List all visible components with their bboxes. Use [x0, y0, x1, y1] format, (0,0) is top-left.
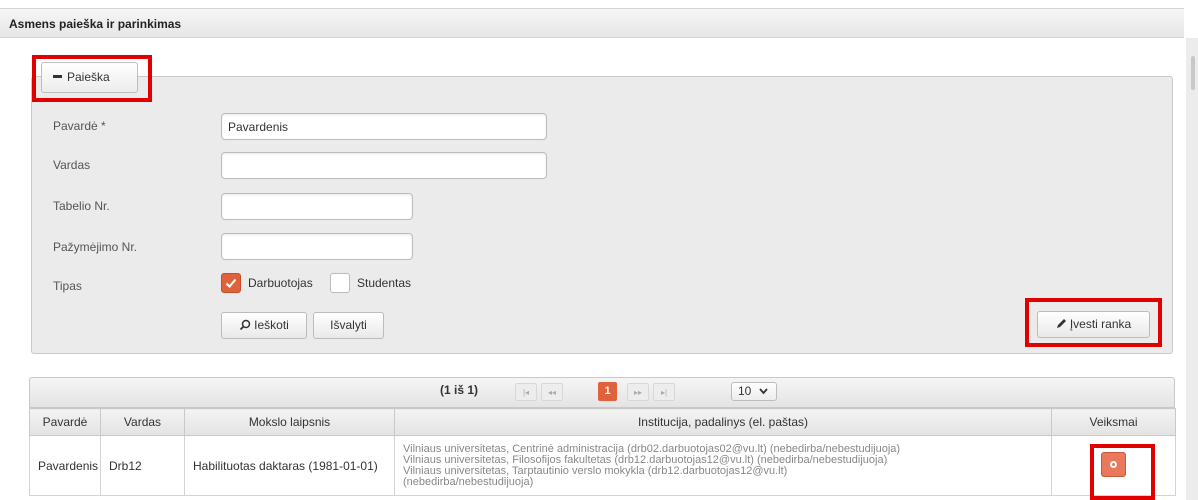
column-header-degree[interactable]: Mokslo laipsnis — [184, 408, 395, 436]
panel-title: Asmens paieška ir parinkimas — [9, 17, 182, 31]
column-header-surname[interactable]: Pavardė — [29, 408, 101, 436]
current-page-button[interactable]: 1 — [598, 382, 617, 401]
panel-header: Asmens paieška ir parinkimas — [0, 8, 1184, 38]
pagination-summary: (1 iš 1) — [440, 383, 479, 397]
type-employee-label: Darbuotojas — [248, 276, 313, 290]
clear-button[interactable]: Išvalyti — [313, 312, 384, 339]
institution-line: Vilniaus universitetas, Centrinė adminis… — [403, 442, 901, 455]
rows-per-page-value: 10 — [738, 384, 752, 398]
circle-icon — [1110, 460, 1117, 468]
search-icon — [240, 319, 251, 331]
search-button-label: Ieškoti — [254, 318, 289, 332]
surname-label: Pavardė * — [53, 119, 106, 133]
pencil-icon — [1056, 319, 1066, 328]
type-label: Tipas — [53, 279, 82, 293]
type-student-checkbox[interactable] — [330, 273, 350, 293]
type-employee-checkbox[interactable] — [221, 273, 241, 293]
search-button[interactable]: Ieškoti — [221, 312, 307, 339]
table-row[interactable]: Pavardenis Drb12 Habilituotas daktaras (… — [29, 435, 1176, 496]
select-person-button[interactable] — [1101, 451, 1126, 477]
last-page-button[interactable]: ▸| — [653, 383, 675, 401]
name-label: Vardas — [53, 158, 91, 172]
chevron-down-icon — [759, 388, 768, 395]
first-page-button[interactable]: |◂ — [515, 383, 537, 401]
manual-entry-label: Įvesti ranka — [1069, 317, 1132, 331]
search-toggle-button[interactable]: Paieška — [41, 62, 138, 93]
name-input[interactable] — [221, 152, 547, 179]
rows-per-page-select[interactable]: 10 — [731, 382, 777, 401]
institution-line: (nebedirba/nebestudijuoja) — [403, 475, 534, 488]
scrollbar-thumb[interactable] — [1191, 56, 1195, 90]
manual-entry-button[interactable]: Įvesti ranka — [1037, 311, 1150, 338]
column-header-institution[interactable]: Institucija, padalinys (el. paštas) — [394, 408, 1052, 436]
column-header-actions: Veiksmai — [1051, 408, 1176, 436]
tab-number-input[interactable] — [221, 193, 413, 220]
cell-institution: Vilniaus universitetas, Centrinė adminis… — [394, 435, 1052, 496]
table-header-row: Pavardė Vardas Mokslo laipsnis Instituci… — [29, 408, 1176, 436]
type-student-label: Studentas — [357, 276, 412, 290]
surname-input[interactable] — [221, 113, 547, 140]
cell-name: Drb12 — [100, 435, 185, 496]
institution-line: Vilniaus universitetas, Tarptautinio ver… — [403, 464, 788, 477]
previous-page-button[interactable]: ◂◂ — [541, 383, 563, 401]
scrollbar[interactable] — [1186, 38, 1198, 500]
cell-actions — [1051, 435, 1176, 496]
search-fieldset — [31, 76, 1173, 354]
search-toggle-label: Paieška — [67, 70, 110, 84]
minus-icon — [53, 75, 62, 79]
cell-surname: Pavardenis — [29, 435, 101, 496]
cell-degree: Habilituotas daktaras (1981-01-01) — [184, 435, 395, 496]
next-page-button[interactable]: ▸▸ — [627, 383, 649, 401]
check-icon — [225, 278, 237, 288]
institution-line: Vilniaus universitetas, Filosofijos faku… — [403, 453, 888, 466]
tab-number-label: Tabelio Nr. — [53, 199, 110, 213]
certificate-number-input[interactable] — [221, 233, 413, 260]
results-table: Pavardė Vardas Mokslo laipsnis Instituci… — [29, 408, 1176, 496]
certificate-number-label: Pažymėjimo Nr. — [53, 240, 138, 254]
clear-button-label: Išvalyti — [330, 318, 367, 332]
column-header-name[interactable]: Vardas — [100, 408, 185, 436]
